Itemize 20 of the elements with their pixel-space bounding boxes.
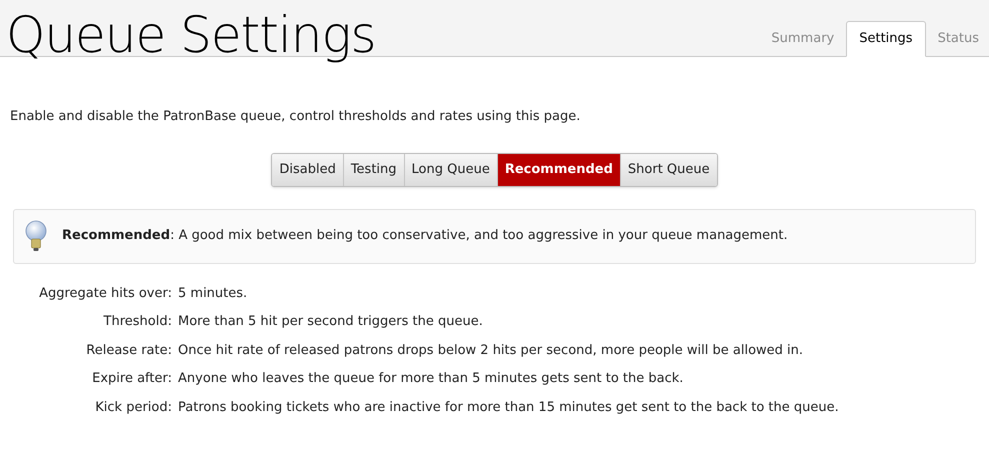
light-bulb-icon — [24, 220, 48, 252]
setting-label: Expire after: — [91, 370, 172, 388]
setting-value: Once hit rate of released patrons drops below 2 hits per second, more people will be allowed in. — [178, 342, 804, 360]
setting-value: More than 5 hit per second triggers the queue. — [178, 313, 484, 331]
preset-button[interactable]: Long Queue — [404, 154, 497, 186]
setting-label: Kick period: — [94, 398, 172, 416]
setting-value: Anyone who leaves the queue for more than 5 minutes gets sent to the back. — [178, 370, 684, 388]
setting-label: Release rate: — [85, 342, 172, 360]
preset-button[interactable]: Short Queue — [620, 154, 717, 186]
setting-value: Patrons booking tickets who are inactive for more than 15 minutes get sent to the back to the queue. — [178, 398, 840, 416]
preset-button[interactable]: Disabled — [272, 154, 343, 186]
tab[interactable]: Settings — [846, 21, 926, 57]
setting-value: 5 minutes. — [178, 284, 248, 302]
preset-button[interactable]: Testing — [342, 154, 404, 186]
intro-text: Enable and disable the PatronBase queue, control thresholds and rates using this page. — [10, 108, 582, 126]
setting-label: Aggregate hits over: — [38, 284, 172, 302]
tip-text: Recommended: A good mix between being too conservative, and too aggressive in your queue management. — [62, 227, 788, 246]
page-title: Queue Settings — [6, 6, 376, 64]
preset-button[interactable]: Recommended — [496, 154, 620, 186]
setting-label: Threshold: — [102, 313, 172, 331]
